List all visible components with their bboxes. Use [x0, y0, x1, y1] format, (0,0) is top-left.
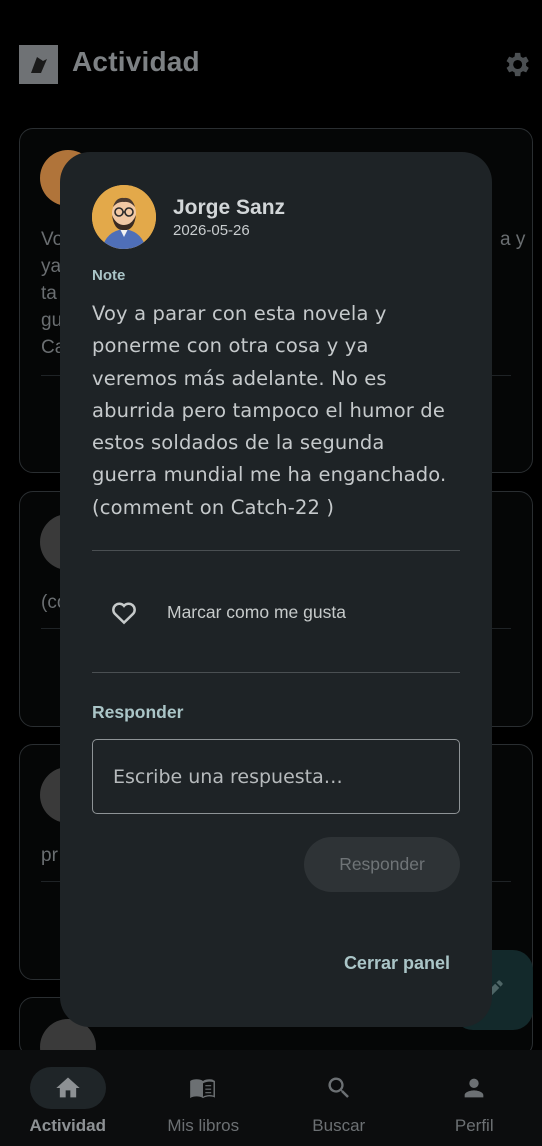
divider [92, 672, 460, 673]
reader-logo-icon [19, 45, 58, 84]
feed-text-line: a y [500, 229, 526, 250]
nav-item-perfil[interactable]: Perfil [407, 1050, 542, 1146]
activity-screen: Actividad Vo ya ta gu Ca a y (co pr Acti… [0, 0, 542, 1146]
home-icon [56, 1077, 80, 1098]
nav-item-actividad[interactable]: Actividad [0, 1050, 136, 1146]
nav-label: Buscar [312, 1116, 366, 1135]
post-type-label: Note [92, 267, 126, 284]
nav-item-buscar[interactable]: Buscar [271, 1050, 407, 1146]
author-name: Jorge Sanz [173, 196, 286, 219]
top-app-bar: Actividad [0, 0, 542, 120]
heart-icon [109, 597, 139, 627]
bottom-navigation: Actividad Mis libros Buscar Perfil [0, 1050, 542, 1146]
note-body: Voy a parar con esta novela y ponerme co… [92, 298, 464, 524]
feed-text-line: gu [41, 310, 63, 331]
nav-label: Perfil [454, 1116, 494, 1135]
divider [92, 550, 460, 551]
feed-text-line: ya [41, 256, 62, 277]
note-line: aburrida pero tampoco el humor de [92, 398, 445, 422]
note-line: (comment on Catch-22 ) [92, 495, 335, 519]
person-icon [464, 1078, 484, 1098]
gear-icon[interactable] [501, 49, 532, 80]
book-icon [190, 1079, 216, 1099]
post-date: 2026-05-26 [173, 222, 250, 239]
like-button[interactable]: Marcar como me gusta [92, 577, 460, 647]
nav-label: Actividad [29, 1116, 107, 1135]
reply-button[interactable]: Responder [304, 837, 460, 892]
note-line: veremos más adelante. No es [92, 366, 387, 390]
note-line: Voy a parar con esta novela y [92, 302, 387, 325]
like-label: Marcar como me gusta [167, 602, 346, 622]
note-line: estos soldados de la segunda [92, 431, 385, 455]
note-line: ponerme con otra cosa y ya [92, 334, 369, 358]
feed-text-line: ta [41, 283, 57, 304]
nav-item-mis-libros[interactable]: Mis libros [136, 1050, 272, 1146]
avatar [92, 185, 156, 249]
close-dialog-button[interactable]: Cerrar panel [330, 946, 450, 980]
note-line: guerra mundial me ha enganchado. [92, 463, 447, 487]
search-icon [328, 1077, 349, 1098]
nav-label: Mis libros [167, 1116, 240, 1135]
reply-input[interactable] [92, 739, 460, 814]
feed-text-line: pr [41, 845, 58, 866]
page-title: Actividad [72, 46, 200, 77]
reply-heading: Responder [92, 702, 184, 722]
activity-detail-dialog: Jorge Sanz 2026-05-26 Note Voy a parar c… [60, 152, 492, 1027]
